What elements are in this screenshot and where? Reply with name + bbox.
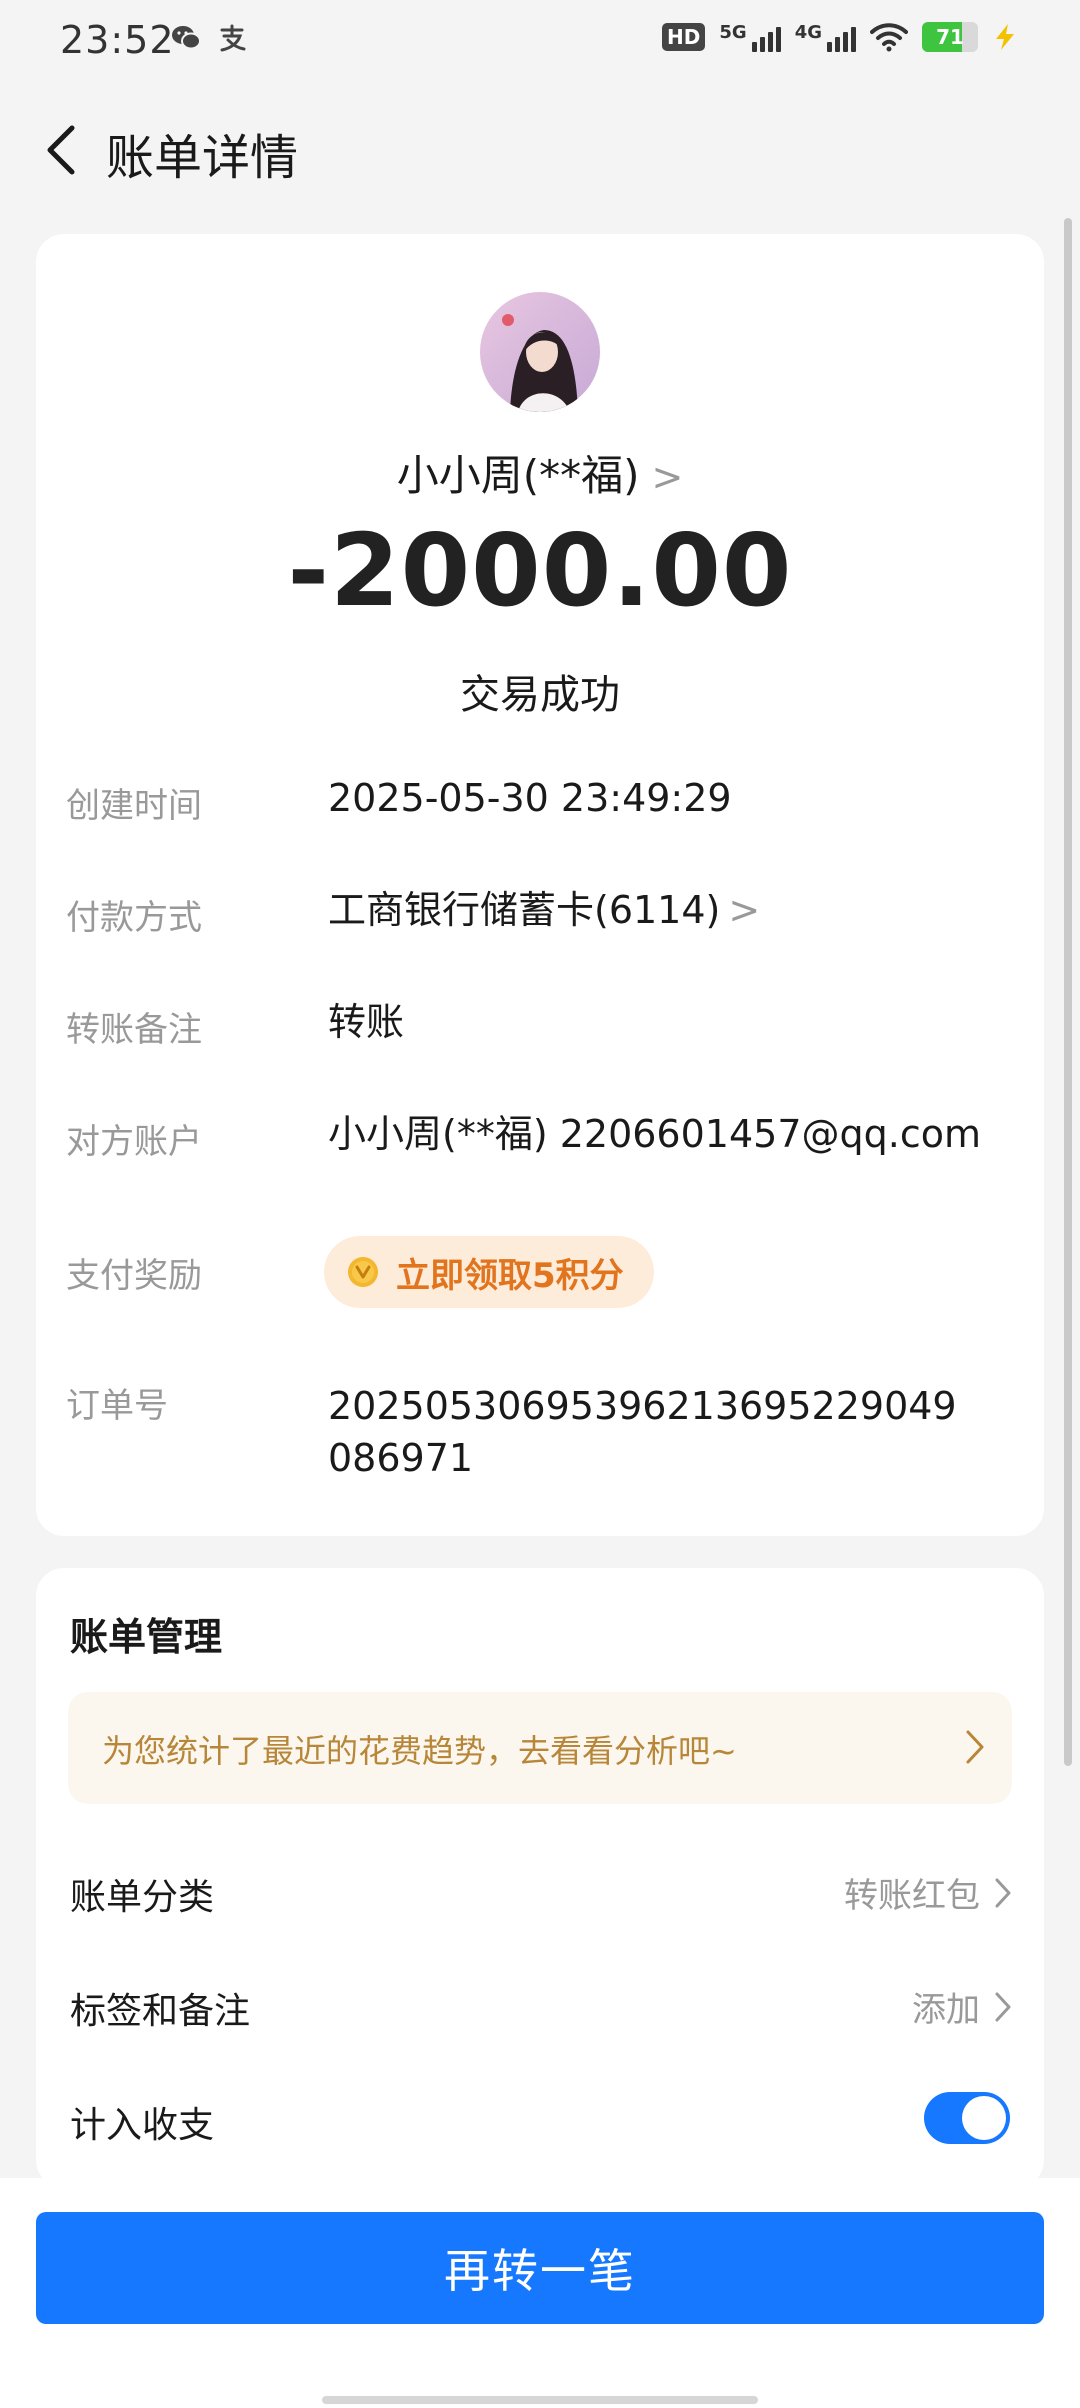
header: 账单详情: [0, 100, 1080, 200]
spending-trend-text: 为您统计了最近的花费趋势，去看看分析吧~: [102, 1732, 737, 1770]
transaction-card: 小小周(**福) > -2000.00 交易成功 创建时间 2025-05-30 …: [36, 234, 1044, 1536]
detail-value-order-number: 20250530695396213695229049086971: [328, 1384, 957, 1480]
detail-label-payment-method: 付款方式: [66, 898, 202, 938]
detail-label-order-number: 订单号: [66, 1386, 168, 1426]
signal-4g-icon: 4G: [795, 22, 856, 52]
wifi-icon: [870, 23, 908, 52]
chevron-right-icon: [966, 1730, 984, 1764]
status-indicators: HD 5G 4G 71: [662, 22, 1018, 52]
detail-value-payment-method[interactable]: 工商银行储蓄卡(6114) >: [328, 884, 1018, 936]
hd-badge: HD: [662, 23, 706, 51]
battery-icon: 71: [922, 22, 978, 52]
scrollbar[interactable]: [1064, 218, 1072, 1766]
back-button[interactable]: [30, 118, 94, 182]
detail-label-transfer-note: 转账备注: [66, 1010, 202, 1050]
reward-button[interactable]: 立即领取5积分: [324, 1236, 654, 1308]
signal-5g-icon: 5G: [719, 22, 781, 52]
payee-chevron: >: [651, 455, 684, 499]
bill-management-title: 账单管理: [70, 1615, 223, 1659]
reward-text: 立即领取5积分: [396, 1255, 624, 1296]
signal-4g-label: 4G: [794, 22, 822, 43]
signal-5g-label: 5G: [719, 22, 747, 43]
transfer-again-button[interactable]: 再转一笔: [36, 2212, 1044, 2324]
chevron-right-icon: [995, 1992, 1011, 2021]
include-in-budget-toggle[interactable]: [924, 2092, 1010, 2144]
payee-name-row[interactable]: 小小周(**福) >: [36, 442, 1044, 503]
page-title: 账单详情: [106, 130, 299, 186]
chevron-left-icon: [47, 125, 75, 175]
battery-percent: 71: [936, 25, 964, 49]
tags-notes-label: 标签和备注: [70, 1991, 251, 2032]
avatar-image: [480, 292, 600, 412]
avatar[interactable]: [480, 292, 600, 412]
bill-category-label: 账单分类: [70, 1877, 215, 1918]
alipay-icon: [220, 24, 246, 52]
detail-value-transfer-note: 转账: [328, 1000, 405, 1044]
detail-label-created-time: 创建时间: [66, 786, 202, 826]
detail-value-counterparty: 小小周(**福) 2206601457@qq.com: [328, 1112, 981, 1156]
payee-name: 小小周(**福): [396, 451, 640, 500]
detail-value-created-time: 2025-05-30 23:49:29: [328, 776, 732, 820]
tags-notes-row[interactable]: 添加: [912, 1982, 1012, 2031]
charging-icon: [996, 24, 1014, 50]
bill-category-value: 转账红包: [844, 1876, 980, 1916]
coin-icon: [348, 1257, 378, 1287]
tags-notes-value: 添加: [912, 1990, 980, 2030]
bottom-bar: 再转一笔: [0, 2178, 1080, 2408]
chevron-right-icon: [995, 1878, 1011, 1907]
detail-label-counterparty: 对方账户: [66, 1122, 202, 1162]
payment-method-chevron: >: [728, 888, 761, 932]
spending-trend-banner[interactable]: 为您统计了最近的花费趋势，去看看分析吧~: [68, 1692, 1012, 1804]
bill-category-row[interactable]: 转账红包: [844, 1868, 1012, 1917]
wechat-icon: [172, 26, 201, 50]
bill-management-card: 账单管理 为您统计了最近的花费趋势，去看看分析吧~ 账单分类 转账红包 标签和备…: [36, 1568, 1044, 2188]
status-bar: 23:52 HD 5G 4G 71: [0, 0, 1080, 84]
toggle-knob: [962, 2096, 1006, 2140]
payment-method-text: 工商银行储蓄卡(6114): [328, 888, 721, 932]
transaction-status: 交易成功: [460, 672, 620, 718]
status-time: 23:52: [60, 18, 175, 62]
notification-icons: [170, 22, 248, 54]
home-indicator[interactable]: [322, 2396, 758, 2404]
include-in-budget-label: 计入收支: [70, 2105, 215, 2146]
transaction-amount: -2000.00: [287, 512, 793, 629]
detail-label-reward: 支付奖励: [66, 1256, 202, 1296]
